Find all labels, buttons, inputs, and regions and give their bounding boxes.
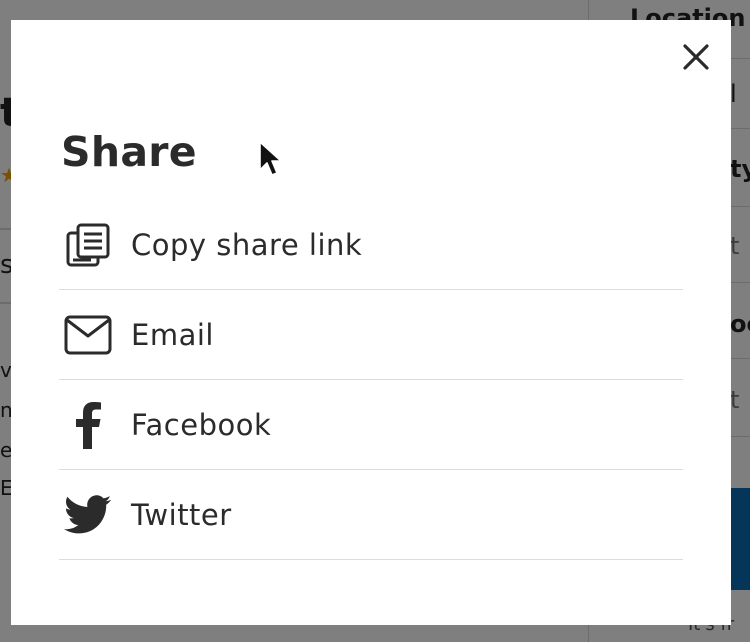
share-options-list: Copy share link Email Facebook Twitter — [59, 200, 683, 560]
copy-link-icon — [63, 220, 113, 270]
share-option-label: Twitter — [131, 497, 232, 532]
close-icon — [683, 44, 709, 70]
twitter-icon — [63, 490, 113, 540]
email-share-button[interactable]: Email — [59, 290, 683, 380]
facebook-share-button[interactable]: Facebook — [59, 380, 683, 470]
share-option-label: Email — [131, 317, 214, 352]
close-button[interactable] — [679, 40, 713, 74]
dialog-title: Share — [61, 128, 197, 176]
share-option-label: Facebook — [131, 407, 272, 442]
email-icon — [63, 310, 113, 360]
facebook-icon — [63, 400, 113, 450]
share-dialog: Share Copy share link Email Facebook Twi… — [11, 20, 731, 625]
copy-share-link-button[interactable]: Copy share link — [59, 200, 683, 290]
twitter-share-button[interactable]: Twitter — [59, 470, 683, 560]
share-option-label: Copy share link — [131, 227, 363, 262]
